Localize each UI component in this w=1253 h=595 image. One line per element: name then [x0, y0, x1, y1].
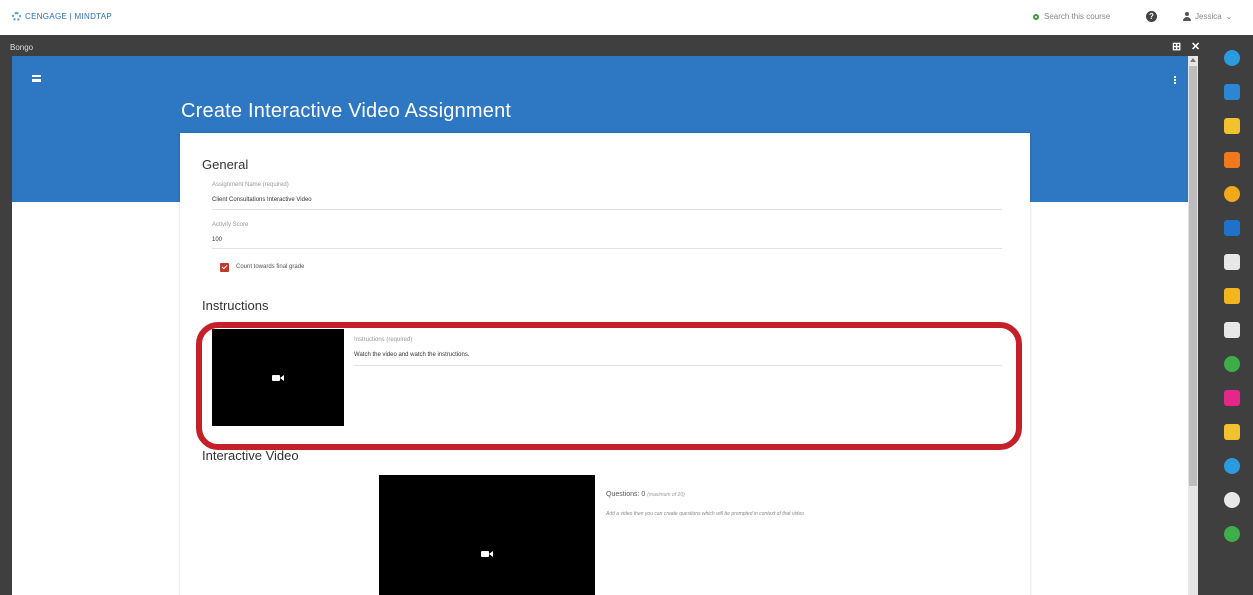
- general-heading: General: [202, 157, 249, 172]
- close-icon[interactable]: ✕: [1191, 40, 1200, 53]
- rss-icon[interactable]: [1224, 152, 1240, 168]
- q-app-icon[interactable]: [1224, 492, 1240, 508]
- chevron-down-icon: ⌄: [1225, 12, 1233, 21]
- questions-count: Questions: 0 (maximum of 20): [606, 491, 685, 498]
- search-icon: [1033, 13, 1039, 20]
- cengage-logo-icon: [12, 12, 21, 21]
- search-input[interactable]: Search this course: [1044, 12, 1110, 21]
- briefcase-icon[interactable]: [1224, 84, 1240, 100]
- assignment-name-underline: [212, 209, 1002, 210]
- chat-icon[interactable]: [1224, 322, 1240, 338]
- glossary-icon[interactable]: [1224, 424, 1240, 440]
- assignment-name-field[interactable]: Client Consultations Interactive Video: [212, 197, 312, 203]
- more-options-icon[interactable]: [1174, 76, 1176, 84]
- interactive-video-placeholder[interactable]: [379, 475, 595, 595]
- s-app-icon[interactable]: [1224, 356, 1240, 372]
- video-camera-icon: [481, 551, 493, 557]
- analytics-icon[interactable]: [1224, 458, 1240, 474]
- activity-score-label: Activity Score: [212, 222, 249, 228]
- user-name: Jessica: [1195, 12, 1222, 21]
- page-title: Create Interactive Video Assignment: [181, 100, 512, 122]
- count-final-grade-checkbox[interactable]: [220, 263, 229, 272]
- user-icon: [1183, 12, 1191, 21]
- expand-icon[interactable]: ⊞: [1172, 40, 1181, 53]
- interactive-video-heading: Interactive Video: [202, 448, 299, 463]
- scrollbar-thumb[interactable]: [1189, 66, 1197, 486]
- message-icon[interactable]: [1224, 390, 1240, 406]
- bongo-icon[interactable]: [1224, 50, 1240, 66]
- assignment-name-label: Assignment Name (required): [212, 182, 289, 188]
- scrollbar[interactable]: [1188, 56, 1198, 595]
- questions-max: (maximum of 20): [647, 492, 685, 498]
- notes-icon[interactable]: [1224, 254, 1240, 270]
- questions-label: Questions: 0: [606, 491, 646, 498]
- course-search[interactable]: Search this course: [1033, 12, 1110, 21]
- cengage-mindtap-logo[interactable]: CENGAGE | MINDTAP: [12, 12, 112, 21]
- menu-icon[interactable]: [32, 75, 41, 82]
- interactive-video-help: Add a video then you can create question…: [606, 511, 804, 517]
- scroll-up-icon[interactable]: [1190, 58, 1196, 62]
- instructions-heading: Instructions: [202, 298, 269, 313]
- user-menu[interactable]: Jessica ⌄: [1183, 12, 1232, 21]
- highlight-callout: [196, 322, 1022, 450]
- app-dock: [1210, 35, 1253, 595]
- o-app-icon[interactable]: [1224, 526, 1240, 542]
- activity-score-field[interactable]: 100: [212, 237, 222, 243]
- mindtap-topbar: CENGAGE | MINDTAP Search this course ? J…: [0, 0, 1253, 35]
- book-icon[interactable]: [1224, 220, 1240, 236]
- activity-score-underline: [212, 248, 1002, 249]
- b-app-icon[interactable]: [1224, 186, 1240, 202]
- diagram-icon[interactable]: [1224, 288, 1240, 304]
- frame-title: Bongo: [10, 43, 34, 52]
- count-final-grade-label: Count towards final grade: [236, 264, 305, 270]
- brand-text: CENGAGE | MINDTAP: [25, 12, 113, 21]
- highlighter-icon[interactable]: [1224, 118, 1240, 134]
- help-icon[interactable]: ?: [1146, 11, 1157, 22]
